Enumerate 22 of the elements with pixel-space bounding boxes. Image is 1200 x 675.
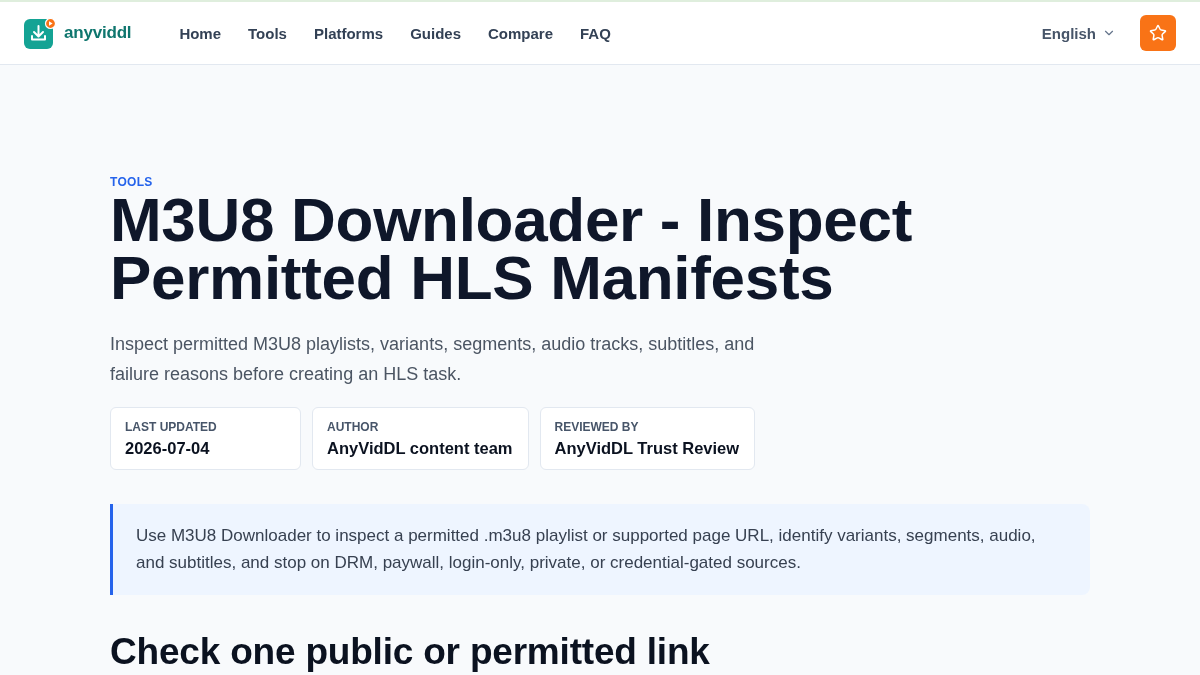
nav-link[interactable]: Tools (248, 24, 287, 42)
page-title: M3U8 Downloader - Inspect Permitted HLS Manifests (110, 191, 914, 307)
nav-link[interactable]: Platforms (313, 24, 384, 42)
meta-value: AnyVidDL content team (327, 439, 513, 458)
download-logo-icon (24, 17, 56, 49)
section-heading: Check one public or permitted link (110, 633, 710, 671)
meta-label: LAST UPDATED (125, 420, 217, 434)
nav-link[interactable]: FAQ (580, 24, 611, 42)
star-icon (1149, 24, 1167, 42)
meta-value: 2026-07-04 (125, 439, 210, 458)
nav-link[interactable]: Guides (410, 24, 461, 42)
nav-link[interactable]: Home (179, 24, 222, 42)
brand-link[interactable]: anyviddl (24, 17, 132, 49)
nav-link[interactable]: Compare (488, 24, 554, 42)
meta-value: AnyVidDL Trust Review (554, 439, 740, 458)
language-dropdown[interactable]: English (1041, 24, 1116, 42)
category-label: TOOLS (110, 175, 153, 189)
meta-label: REVIEWED BY (554, 420, 639, 434)
callout-text: Use M3U8 Downloader to inspect a permitted .m3u8 playlist or supported page URL, identify variants, segments, audio, and subtitles, and stop on DRM, paywall, login-only, private, or credential-gated sources. (136, 525, 1037, 574)
meta-label: AUTHOR (327, 420, 379, 434)
page-subtitle: Inspect permitted M3U8 playlists, variants, segments, audio tracks, subtitles, and failure reasons before creating an HLS task. (110, 333, 756, 386)
favorite-button[interactable] (1140, 15, 1176, 51)
